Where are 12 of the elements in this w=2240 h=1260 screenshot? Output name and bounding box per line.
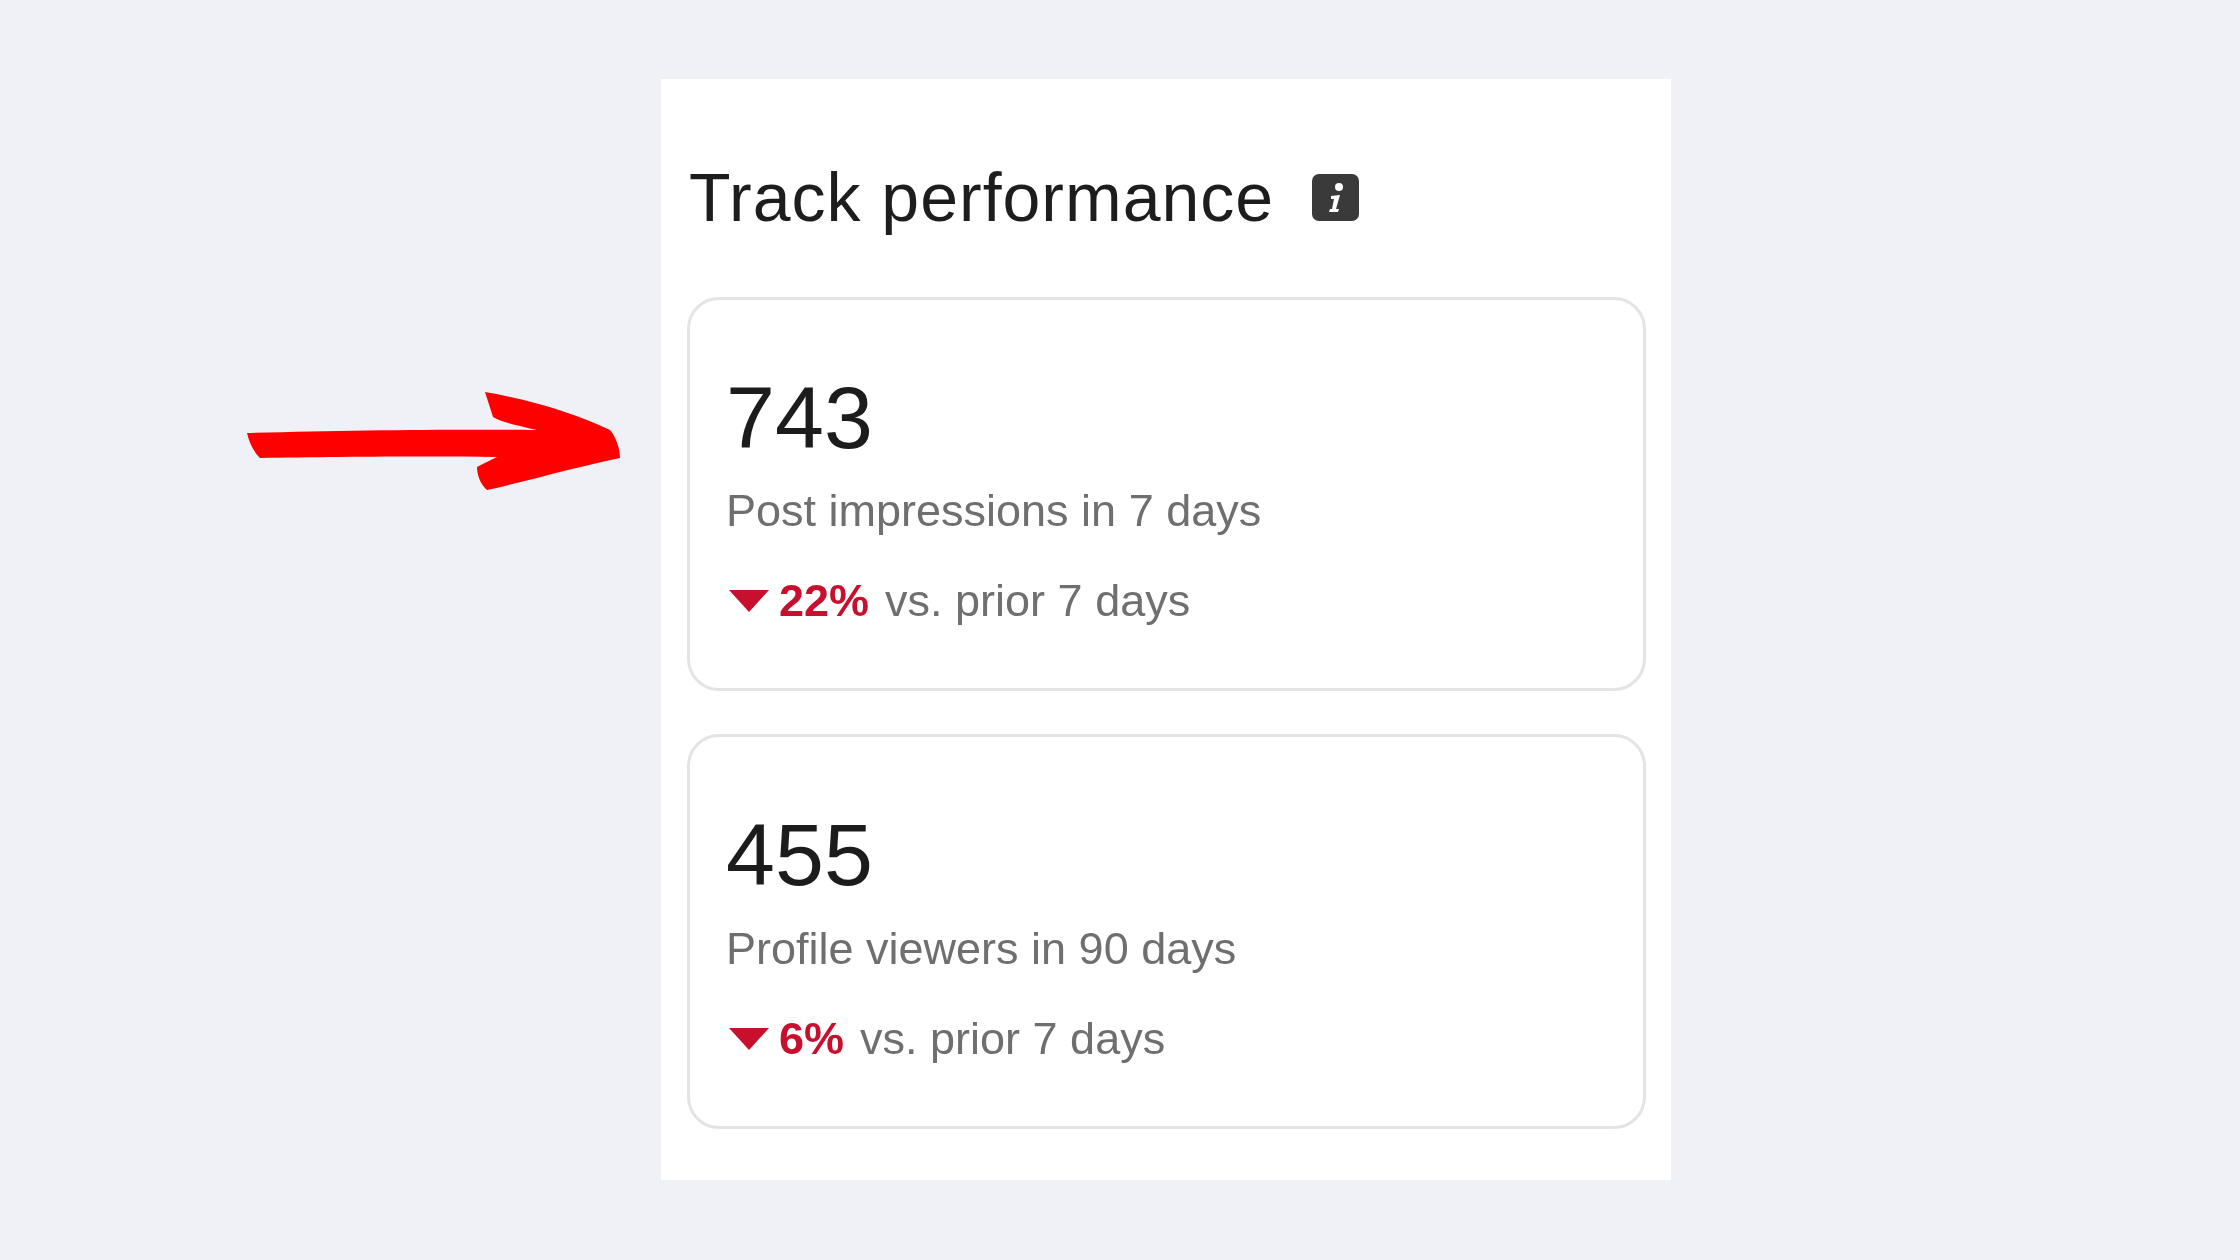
metric-card[interactable]: 743 Post impressions in 7 days 22% vs. prior 7 days bbox=[687, 296, 1646, 692]
comparison-text: vs. prior 7 days bbox=[885, 574, 1191, 629]
change-percent: 22% bbox=[779, 574, 870, 629]
section-title: Track performance bbox=[689, 158, 1275, 237]
metric-label: Profile viewers in 90 days bbox=[726, 921, 1238, 976]
info-icon[interactable] bbox=[1312, 174, 1360, 222]
metric-value: 743 bbox=[726, 366, 874, 469]
comparison-text: vs. prior 7 days bbox=[860, 1011, 1166, 1066]
change-percent: 6% bbox=[779, 1011, 845, 1066]
metric-card[interactable]: 455 Profile viewers in 90 days 6% vs. prior 7 days bbox=[687, 734, 1646, 1129]
metric-value: 455 bbox=[726, 804, 874, 907]
metric-label: Post impressions in 7 days bbox=[726, 484, 1263, 539]
